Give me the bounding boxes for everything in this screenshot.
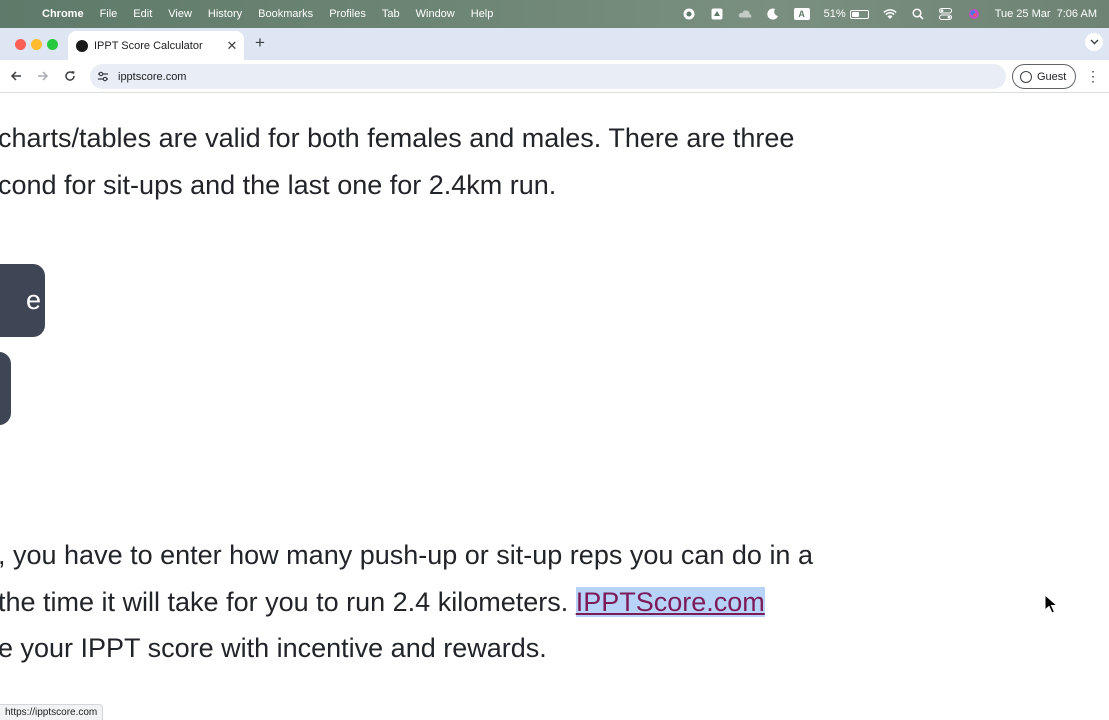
window-minimize-button[interactable] — [31, 39, 42, 50]
kebab-menu-icon[interactable]: ⋮ — [1085, 67, 1101, 85]
menubar-status-area: A 51% Tue 25 Mar 7:06 AM — [682, 0, 1097, 28]
menubar-clock[interactable]: Tue 25 Mar 7:06 AM — [995, 8, 1097, 20]
instructions-paragraph-line-2: the time it will take for you to run 2.4… — [0, 587, 765, 618]
tab-search-chevron-icon[interactable] — [1085, 33, 1103, 51]
menu-help[interactable]: Help — [471, 8, 494, 20]
instructions-line-2-text: the time it will take for you to run 2.4… — [0, 587, 576, 617]
control-center-icon[interactable] — [939, 7, 953, 21]
menu-bookmarks[interactable]: Bookmarks — [258, 8, 313, 20]
browser-toolbar: ipptscore.com Guest ⋮ — [0, 60, 1109, 93]
moon-icon[interactable] — [766, 7, 780, 21]
calculator-button-1-label: e — [25, 285, 41, 315]
tab-title: IPPT Score Calculator — [94, 39, 203, 52]
url-text[interactable]: ipptscore.com — [118, 71, 186, 83]
siri-icon[interactable] — [967, 7, 981, 21]
guest-profile-icon — [1020, 70, 1032, 83]
battery-fill — [851, 11, 860, 17]
profile-guest-button[interactable]: Guest — [1012, 64, 1076, 89]
ipptscore-link[interactable]: IPPTScore.com — [575, 587, 765, 617]
back-arrow-icon[interactable] — [7, 67, 25, 85]
menu-app-name[interactable]: Chrome — [42, 8, 84, 20]
menu-view[interactable]: View — [168, 8, 192, 20]
window-close-button[interactable] — [15, 39, 26, 50]
calculator-button-2[interactable] — [0, 352, 11, 425]
menu-history[interactable]: History — [208, 8, 242, 20]
forward-arrow-icon[interactable] — [34, 67, 52, 85]
browser-tab-active[interactable]: IPPT Score Calculator ✕ — [68, 31, 244, 60]
menu-profiles[interactable]: Profiles — [329, 8, 366, 20]
link-hover-status-bubble: https://ipptscore.com — [0, 704, 104, 720]
instructions-paragraph-line-1: , you have to enter how many push-up or … — [0, 540, 813, 570]
spotlight-search-icon[interactable] — [911, 7, 925, 21]
calculator-button-1[interactable]: e — [0, 264, 45, 337]
macos-menu-bar: Chrome File Edit View History Bookmarks … — [0, 0, 1109, 28]
browser-tab-strip: IPPT Score Calculator ✕ + — [0, 28, 1109, 60]
profile-label: Guest — [1037, 70, 1067, 83]
battery-icon — [849, 9, 869, 19]
menu-tab[interactable]: Tab — [382, 8, 400, 20]
site-info-tune-icon[interactable] — [96, 70, 110, 84]
intro-paragraph-line-2: cond for sit-ups and the last one for 2.… — [0, 170, 557, 200]
battery-status[interactable]: 51% — [824, 8, 869, 20]
drive-icon[interactable] — [710, 7, 724, 21]
web-page-content: charts/tables are valid for both females… — [0, 94, 1109, 720]
wifi-icon[interactable] — [883, 7, 897, 21]
cloud-icon[interactable] — [738, 7, 752, 21]
reload-icon[interactable] — [61, 67, 79, 85]
mouse-pointer-icon — [1044, 594, 1058, 614]
menu-file[interactable]: File — [100, 8, 118, 20]
window-zoom-button[interactable] — [47, 39, 58, 50]
input-source-icon[interactable]: A — [793, 8, 810, 20]
battery-percent: 51% — [823, 8, 846, 20]
intro-paragraph-line-1: charts/tables are valid for both females… — [0, 123, 795, 153]
tab-close-icon[interactable]: ✕ — [224, 38, 240, 54]
site-favicon-icon — [76, 39, 88, 52]
instructions-paragraph-line-3: e your IPPT score with incentive and rew… — [0, 633, 547, 663]
address-bar[interactable]: ipptscore.com — [90, 64, 1006, 89]
menu-edit[interactable]: Edit — [133, 8, 152, 20]
new-tab-plus-icon[interactable]: + — [252, 33, 268, 52]
record-icon[interactable] — [682, 7, 696, 21]
menu-window[interactable]: Window — [416, 8, 455, 20]
